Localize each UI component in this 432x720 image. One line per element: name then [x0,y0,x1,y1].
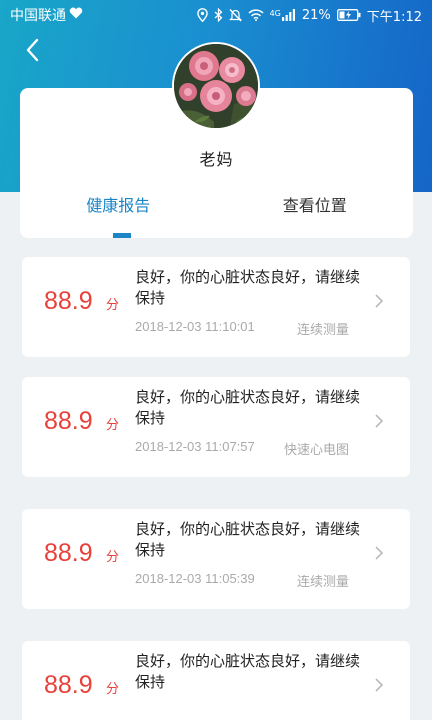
score-value: 88.9 [44,671,93,699]
carrier-label: 中国联通 [10,8,66,24]
report-card[interactable]: 88.9 分 良好，你的心脏状态良好，请继续保持 2018-12-03 11:0… [22,509,410,609]
status-bar: 中国联通 4G 21% 下午1:12 [0,0,432,30]
report-card[interactable]: 88.9 分 良好，你的心脏状态良好，请继续保持 2018-12-03 11:1… [22,257,410,357]
score-unit: 分 [106,682,120,697]
score-unit: 分 [106,298,120,313]
report-card[interactable]: 88.9 分 良好，你的心脏状态良好，请继续保持 2018-12-03 11:0… [22,377,410,477]
back-button[interactable] [20,36,48,64]
profile-name: 老妈 [199,150,234,169]
heart-icon [69,7,83,23]
report-description: 良好，你的心脏状态良好，请继续保持 [135,652,361,691]
signal-icon: 4G [270,9,296,21]
location-icon [196,8,208,22]
chevron-right-icon [375,546,384,560]
battery-percent: 21% [301,7,331,23]
report-timestamp: 2018-12-03 11:10:01 [135,319,255,334]
report-timestamp: 2018-12-03 11:07:57 [135,439,255,454]
clock: 下午1:12 [366,9,422,25]
chevron-left-icon [26,38,39,62]
chevron-right-icon [375,294,384,308]
report-type: 连续测量 [296,323,349,338]
report-description: 良好，你的心脏状态良好，请继续保持 [135,388,361,427]
mute-icon [228,8,242,22]
report-timestamp: 2018-12-03 11:05:39 [135,571,255,586]
report-type: 快速心电图 [283,443,349,458]
report-description: 良好，你的心脏状态良好，请继续保持 [135,520,361,559]
score-value: 88.9 [44,407,93,435]
score-value: 88.9 [44,539,93,567]
score-value: 88.9 [44,287,93,315]
tab-bar: 健康报告 查看位置 [20,188,413,238]
chevron-right-icon [375,678,384,692]
score-unit: 分 [106,418,120,433]
tab-health-report[interactable]: 健康报告 [20,188,217,238]
rose-photo [174,44,258,128]
tab-view-location[interactable]: 查看位置 [217,188,414,238]
active-tab-indicator [113,233,131,238]
score-unit: 分 [106,550,120,565]
report-type: 连续测量 [296,575,349,590]
wifi-icon [248,9,264,21]
battery-icon [336,9,361,21]
report-card[interactable]: 88.9 分 良好，你的心脏状态良好，请继续保持 [22,641,410,720]
chevron-right-icon [375,414,384,428]
network-type-label: 4G [269,9,281,18]
avatar[interactable] [172,42,260,130]
report-description: 良好，你的心脏状态良好，请继续保持 [135,268,361,307]
bluetooth-icon [214,8,223,22]
